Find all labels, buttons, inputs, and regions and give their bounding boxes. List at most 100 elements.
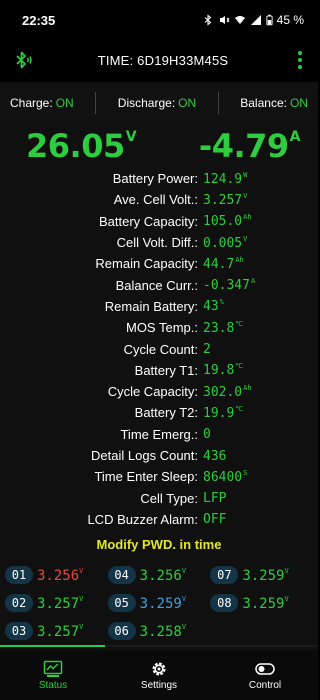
gear-icon [152,662,166,675]
divider [217,92,219,114]
cell-number-badge: 08 [210,594,239,613]
balance-label: Balance: [240,96,287,110]
discharge-label: Discharge: [117,96,176,110]
info-label: Balance Curr.: [115,277,198,293]
info-label: Time Enter Sleep: [94,469,198,485]
cell-item: 03 3.257V [5,619,108,643]
cell-number-badge: 06 [107,622,136,641]
info-row: Battery T1: 19.8℃ [0,360,318,381]
info-row: Cell Volt. Diff.: 0.005V [0,232,318,253]
signal-icon [250,15,261,25]
info-row: Battery T2: 19.9℃ [0,402,318,423]
info-label: Battery T2: [134,405,198,421]
info-row: Ave. Cell Volt.: 3.257V [0,189,318,210]
total-voltage: 26.05V [26,127,137,165]
info-value: 19.8℃ [203,362,244,379]
info-row: Battery Power: 124.9W [0,168,318,189]
info-value: 0.005V [203,234,248,251]
info-row: Detail Logs Count: 436 [0,445,318,466]
info-value: 43% [203,298,224,315]
nav-settings[interactable]: Settings [114,660,204,691]
cell-item: 06 3.258V [107,619,211,643]
nav-status-label: Status [38,679,68,691]
progress-fill [0,645,105,647]
status-icons: 45 % [202,13,304,27]
wifi-icon [234,16,245,24]
info-row: Time Emerg.: 0 [0,424,318,445]
cell-item: 02 3.257V [5,591,108,615]
info-row: Remain Capacity: 44.7Ah [0,253,318,274]
nav-status[interactable]: Status [8,660,98,691]
info-value: 2 [203,342,211,358]
info-value: -0.347A [203,277,256,294]
cell-number-badge: 05 [107,594,136,613]
info-value: 302.0Ah [203,383,252,400]
cell-number-badge: 03 [5,622,33,641]
info-label: MOS Temp.: [125,320,198,336]
cell-number-badge: 04 [107,566,136,585]
info-value: 86400S [203,468,248,485]
info-value: 44.7Ah [203,255,244,272]
cell-voltage: 3.259V [139,594,187,612]
info-label: Cell Volt. Diff.: [116,235,198,251]
cell-item: 08 3.259V [210,591,313,615]
status-panel: 26.05V -4.79A Battery Power: 124.9W Ave. C… [0,124,318,650]
info-label: Cell Type: [140,490,198,506]
total-current: -4.79A [198,127,301,165]
info-label: Cycle Capacity: [107,384,198,400]
system-status-bar: 22:35 45 % [0,0,318,40]
info-value: 105.0Ah [203,213,252,230]
info-label: Ave. Cell Volt.: [113,192,198,208]
info-value: OFF [203,512,227,528]
bluetooth-status-icon [204,14,211,26]
info-label: Remain Capacity: [95,256,198,272]
info-row: LCD Buzzer Alarm: OFF [0,509,318,530]
cell-voltage: 3.257V [37,622,84,640]
info-list: Battery Power: 124.9W Ave. Cell Volt.: 3.25… [0,168,318,530]
info-row: Cycle Capacity: 302.0Ah [0,381,318,402]
cell-voltage: 3.258V [139,622,187,640]
bottom-navigation: Status Settings Control [0,650,318,700]
info-label: Battery T1: [134,362,198,378]
info-row: Time Enter Sleep: 86400S [0,466,318,487]
toggle-icon [255,662,275,675]
nav-control-label: Control [248,679,282,691]
info-value: 124.9W [203,170,248,187]
cell-voltage: 3.257V [37,594,84,612]
overflow-menu-icon[interactable] [292,47,308,73]
battery-icon [266,14,273,26]
info-row: Cycle Count: 2 [0,338,318,359]
app-bar: TIME: 6D19H33M45S [0,40,318,80]
bluetooth-connect-icon[interactable] [12,49,34,71]
info-label: Time Emerg.: [120,426,198,442]
progress-bar [0,645,318,647]
cell-voltage: 3.259V [242,594,289,612]
info-row: Balance Curr.: -0.347A [0,274,318,295]
info-row: Battery Capacity: 105.0Ah [0,211,318,232]
balance-value: ON [289,96,308,110]
info-row: MOS Temp.: 23.8℃ [0,317,318,338]
info-label: Battery Power: [112,171,198,187]
info-value: 0 [203,427,211,443]
info-row: Cell Type: LFP [0,487,318,508]
info-label: LCD Buzzer Alarm: [87,511,198,527]
clock: 22:35 [22,12,56,28]
cell-item: 04 3.256V [107,563,211,587]
discharge-status: Discharge: ON [118,96,196,110]
status-chart-icon [43,660,63,677]
info-row: Remain Battery: 43% [0,296,318,317]
battery-percent: 45 % [276,13,304,27]
cell-item: 05 3.259V [107,591,211,615]
discharge-value: ON [178,96,197,110]
modify-password-button[interactable]: Modify PWD. in time [0,533,318,557]
cell-voltage: 3.256V [139,566,187,584]
balance-status: Balance: ON [240,96,308,110]
cell-number-badge: 02 [5,594,33,613]
info-value: 436 [203,448,227,464]
nav-control[interactable]: Control [220,660,310,691]
cell-item: 07 3.259V [210,563,313,587]
nav-settings-label: Settings [140,679,178,691]
cell-number-badge: 01 [5,566,33,585]
info-value: LFP [203,491,227,507]
cell-voltage: 3.256V [37,566,84,584]
